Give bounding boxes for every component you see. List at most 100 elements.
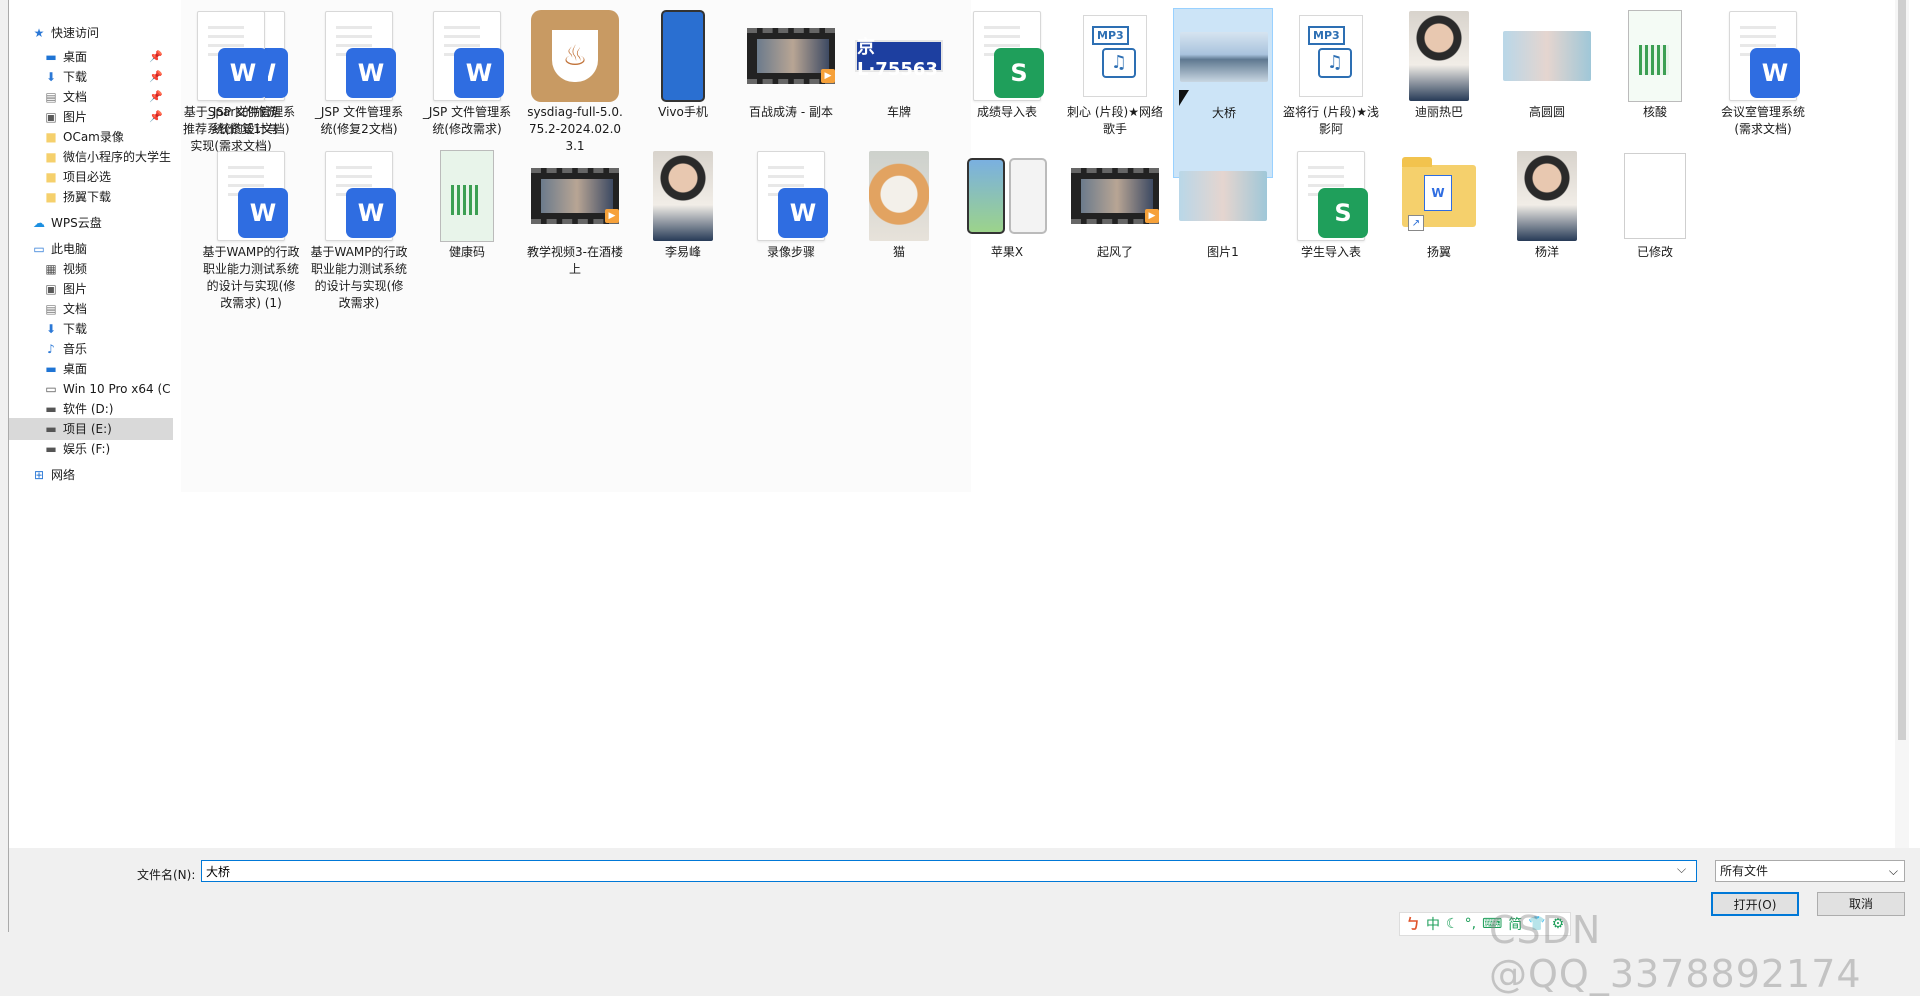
file-thumbnail — [639, 10, 727, 102]
file-item[interactable]: W 录像步骤 — [741, 148, 841, 318]
nav-item[interactable]: ▣ 图片 — [9, 278, 173, 300]
word-document-icon: W — [433, 11, 504, 101]
nav-item[interactable]: ▭ Win 10 Pro x64 (C — [9, 378, 173, 400]
nav-item[interactable]: ▤ 文档 📌 — [9, 86, 173, 108]
file-name: 核酸 — [1642, 105, 1667, 119]
nav-item[interactable]: ▦ 视频 — [9, 258, 173, 280]
computer-icon: ▭ — [33, 242, 45, 256]
nav-item-label: 软件 (D:) — [63, 402, 114, 416]
file-name: 会议室管理系统(需求文档) — [1720, 105, 1805, 136]
nav-item[interactable]: ⊞ 网络 — [9, 464, 173, 486]
file-type-filter[interactable]: 所有文件 ⌵ — [1715, 860, 1905, 882]
file-thumbnail — [1179, 150, 1267, 242]
file-name: 迪丽热巴 — [1414, 105, 1463, 119]
picture-icon: ▣ — [45, 282, 57, 296]
folder-icon: W ↗ — [1402, 157, 1476, 231]
nav-item[interactable]: ■ 扬翼下载 — [9, 186, 173, 208]
file-name: 车牌 — [886, 105, 911, 119]
nav-item-label: 快速访问 — [51, 26, 100, 40]
file-thumbnail: W — [423, 10, 511, 102]
watermark: CSDN @QQ_3378892174 — [1489, 908, 1862, 996]
photo-thumbnail — [1180, 32, 1268, 82]
audio-file-icon: MP3 ♫ — [1083, 15, 1147, 97]
photo-thumbnail — [1628, 10, 1682, 102]
file-item[interactable]: 猫 — [849, 148, 949, 318]
file-thumbnail: S — [963, 10, 1051, 102]
file-item[interactable]: 李易峰 — [633, 148, 733, 318]
nav-item-label: 娱乐 (F:) — [63, 442, 111, 456]
ime-logo-icon[interactable]: ㄅ — [1406, 914, 1420, 934]
file-thumbnail — [1611, 10, 1699, 102]
desktop-icon: ▬ — [45, 50, 57, 64]
photo-thumbnail — [1409, 11, 1469, 101]
nav-item[interactable]: ♪ 音乐 — [9, 338, 173, 360]
nav-item-label: 图片 — [63, 110, 88, 124]
file-item[interactable]: 已修改 — [1605, 148, 1705, 318]
pin-icon: 📌 — [149, 50, 163, 63]
file-item[interactable]: W ↗ 扬翼 — [1389, 148, 1489, 318]
file-thumbnail — [1503, 10, 1591, 102]
nav-item-label: 下载 — [63, 70, 88, 84]
nav-item[interactable]: ⬇ 下载 📌 — [9, 66, 173, 88]
nav-item[interactable]: ★ 快速访问 — [9, 22, 173, 44]
moon-icon[interactable]: ☾ — [1446, 916, 1459, 932]
photo-thumbnail — [1503, 31, 1591, 81]
punctuation-icon[interactable]: °, — [1465, 916, 1476, 932]
nav-item-label: 视频 — [63, 262, 88, 276]
file-name: 教学视频3-在酒楼上 — [527, 245, 623, 276]
nav-item[interactable]: ▬ 软件 (D:) — [9, 398, 173, 420]
nav-item-label: OCam录像 — [63, 130, 124, 144]
file-name: 已修改 — [1636, 245, 1673, 259]
folder-icon: ■ — [45, 150, 57, 164]
file-type-value: 所有文件 — [1720, 864, 1769, 878]
file-item[interactable]: W 基于WAMP的行政职业能力测试系统的设计与实现(修改需求) — [309, 148, 409, 318]
nav-item[interactable]: ■ 微信小程序的大学生 — [9, 146, 173, 168]
file-item[interactable]: 健康码 — [417, 148, 517, 318]
word-document-icon: W — [325, 151, 396, 241]
mouse-cursor-icon — [1179, 90, 1189, 106]
file-thumbnail: W — [315, 150, 403, 242]
file-thumbnail: ♨ — [531, 10, 619, 102]
filename-label: 文件名(N): — [137, 868, 196, 882]
video-thumbnail: ▶ — [1071, 168, 1159, 224]
scrollbar-thumb[interactable] — [1898, 0, 1906, 740]
picture-icon: ▣ — [45, 110, 57, 124]
nav-item-label: 项目 (E:) — [63, 422, 112, 436]
network-icon: ⊞ — [33, 468, 45, 482]
nav-item[interactable]: ▬ 项目 (E:) — [9, 418, 173, 440]
file-name: _JSP 文件管理系统(修改需求) — [422, 105, 512, 136]
file-item[interactable]: S 学生导入表 — [1281, 148, 1381, 318]
nav-item[interactable]: ■ 项目必选 — [9, 166, 173, 188]
nav-item[interactable]: ▣ 图片 📌 — [9, 106, 173, 128]
chevron-down-icon[interactable]: ⌵ — [1677, 862, 1686, 877]
word-document-icon: W — [757, 151, 828, 241]
file-item[interactable]: 杨洋 — [1497, 148, 1597, 318]
file-name: 起风了 — [1096, 245, 1133, 259]
nav-item[interactable]: ▭ 此电脑 — [9, 238, 173, 260]
nav-item[interactable]: ⬇ 下载 — [9, 318, 173, 340]
nav-item[interactable]: ☁ WPS云盘 — [9, 212, 173, 234]
file-thumbnail — [855, 150, 943, 242]
vertical-scrollbar[interactable] — [1895, 0, 1909, 848]
file-list[interactable]: W_JSP 文件管理系统(修复1文档)W_JSP 文件管理系统(修复2文档)W_… — [181, 0, 1909, 848]
spreadsheet-icon: S — [973, 11, 1044, 101]
nav-item-label: 此电脑 — [51, 242, 88, 256]
folder-icon: ■ — [45, 130, 57, 144]
file-item[interactable]: W 基于WAMP的行政职业能力测试系统的设计与实现(修改需求) (1) — [201, 148, 301, 318]
file-item[interactable]: ▶ 起风了 — [1065, 148, 1165, 318]
file-item[interactable]: 苹果X — [957, 148, 1057, 318]
nav-item[interactable]: ▬ 桌面 — [9, 358, 173, 380]
nav-item[interactable]: ▬ 桌面 📌 — [9, 46, 173, 68]
filename-input[interactable] — [201, 860, 1697, 882]
file-item[interactable]: 图片1 — [1173, 148, 1273, 318]
file-item[interactable]: ▶ 教学视频3-在酒楼上 — [525, 148, 625, 318]
nav-item-label: 桌面 — [63, 50, 88, 64]
nav-item[interactable]: ■ OCam录像 — [9, 126, 173, 148]
pin-icon: 📌 — [149, 110, 163, 123]
ime-chinese-mode[interactable]: 中 — [1426, 914, 1440, 934]
nav-item[interactable]: ▤ 文档 — [9, 298, 173, 320]
nav-item-label: 桌面 — [63, 362, 88, 376]
nav-item[interactable]: ▬ 娱乐 (F:) — [9, 438, 173, 460]
download-arrow-icon: ⬇ — [45, 70, 57, 84]
file-item[interactable]: W 会议室管理系统(需求文档) — [1713, 8, 1813, 178]
